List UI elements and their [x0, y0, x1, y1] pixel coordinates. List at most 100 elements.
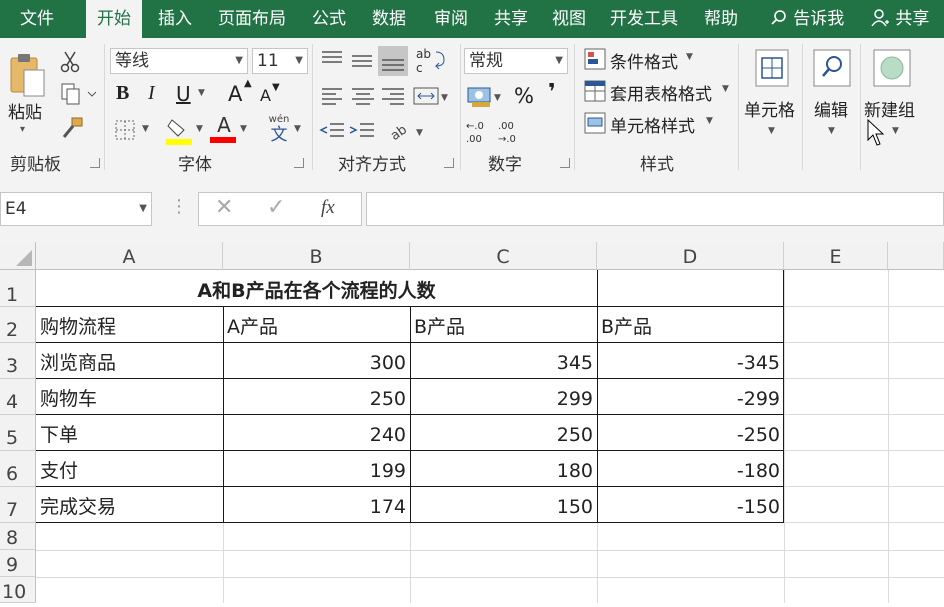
row-header-7[interactable]: 7 [0, 487, 36, 523]
table-cell[interactable]: 299 [410, 382, 597, 416]
border-icon[interactable] [112, 118, 138, 144]
format-as-table-icon[interactable] [584, 80, 606, 102]
tab-developer[interactable]: 开发工具 [600, 0, 688, 38]
table-cell[interactable]: 250 [223, 382, 410, 416]
table-cell[interactable]: -299 [597, 382, 784, 416]
tab-page-layout[interactable]: 页面布局 [208, 0, 296, 38]
horizontal-align-buttons[interactable]: ▼ [318, 84, 448, 110]
clipboard-launcher-icon[interactable] [90, 158, 100, 168]
table-cell[interactable]: 199 [223, 454, 410, 488]
tab-share[interactable]: 共享 [484, 0, 538, 38]
row-header-8[interactable]: 8 [0, 523, 36, 550]
tab-insert[interactable]: 插入 [148, 0, 202, 38]
column-header-d[interactable]: D [597, 242, 784, 270]
paste-icon[interactable] [8, 52, 48, 100]
wrap-text-icon[interactable]: ab c [414, 46, 448, 78]
font-color-icon[interactable]: A [210, 114, 238, 146]
table-cell[interactable]: 250 [410, 418, 597, 452]
number-format-select[interactable]: 常规 ▼ [464, 48, 568, 74]
font-launcher-icon[interactable] [294, 158, 304, 168]
column-header-b[interactable]: B [223, 242, 410, 270]
header-cell-b[interactable]: A产品 [223, 310, 410, 344]
column-header-a[interactable]: A [36, 242, 223, 270]
tell-me-search[interactable]: 告诉我 [760, 0, 854, 38]
percent-button[interactable]: % [514, 84, 534, 108]
currency-format-icon[interactable]: ▼ [466, 84, 506, 110]
copy-icon[interactable] [60, 82, 97, 106]
tab-home[interactable]: 开始 [86, 0, 142, 38]
tab-help[interactable]: 帮助 [694, 0, 748, 38]
row-header-1[interactable]: 1 [0, 270, 36, 307]
row-header-10[interactable]: 10 [0, 577, 36, 603]
tab-review[interactable]: 审阅 [424, 0, 478, 38]
tab-file[interactable]: 文件 [0, 0, 74, 38]
border-dropdown-icon[interactable]: ▼ [142, 124, 149, 134]
share-button[interactable]: 共享 [870, 0, 944, 38]
header-cell-a[interactable]: 购物流程 [36, 310, 223, 344]
italic-button[interactable]: I [148, 82, 155, 105]
select-all-corner[interactable] [0, 242, 36, 270]
indent-orientation-buttons[interactable]: ab ▼ [318, 118, 448, 144]
name-box[interactable]: E4 ▼ [0, 192, 152, 226]
format-painter-icon[interactable] [60, 116, 84, 140]
fill-color-icon[interactable] [166, 116, 194, 146]
paste-label[interactable]: 粘贴 [8, 98, 42, 123]
underline-dropdown-icon[interactable]: ▼ [198, 88, 205, 98]
tab-data[interactable]: 数据 [362, 0, 416, 38]
increase-font-button[interactable]: A [228, 82, 242, 106]
row-header-9[interactable]: 9 [0, 550, 36, 577]
comma-style-button[interactable]: ❜ [548, 80, 556, 105]
search-icon[interactable] [812, 46, 852, 90]
cancel-icon[interactable]: ✕ [215, 195, 233, 220]
chevron-down-icon[interactable]: ▼ [722, 84, 729, 94]
table-cell[interactable]: 300 [223, 346, 410, 380]
chevron-down-icon[interactable]: ▼ [892, 126, 899, 136]
chevron-down-icon[interactable]: ▼ [686, 52, 693, 62]
insert-function-button[interactable]: fx [321, 197, 335, 219]
table-cell[interactable]: 支付 [36, 454, 223, 488]
table-cell[interactable]: 180 [410, 454, 597, 488]
cells-button[interactable]: 单元格 [744, 96, 795, 121]
column-header-c[interactable]: C [410, 242, 597, 270]
row-header-3[interactable]: 3 [0, 343, 36, 379]
cells-icon[interactable] [752, 46, 792, 90]
phonetic-dropdown-icon[interactable]: ▼ [294, 124, 301, 134]
row-header-6[interactable]: 6 [0, 451, 36, 487]
formula-input[interactable] [366, 192, 944, 226]
header-cell-c[interactable]: B产品 [410, 310, 597, 344]
table-cell[interactable]: 345 [410, 346, 597, 380]
editing-button[interactable]: 编辑 [814, 96, 848, 121]
decrease-font-button[interactable]: A [260, 86, 271, 105]
phonetic-guide-icon[interactable]: wén 文 [266, 114, 292, 146]
cell-styles-icon[interactable] [584, 112, 606, 134]
table-cell[interactable]: 浏览商品 [36, 346, 223, 380]
chevron-down-icon[interactable]: ▼ [706, 116, 713, 126]
row-header-2[interactable]: 2 [0, 307, 36, 343]
new-group-icon[interactable] [872, 46, 912, 90]
table-cell[interactable]: -180 [597, 454, 784, 488]
row-header-4[interactable]: 4 [0, 379, 36, 415]
number-launcher-icon[interactable] [560, 158, 570, 168]
chevron-down-icon[interactable]: ▼ [768, 126, 775, 136]
conditional-format-button[interactable]: 条件格式 [610, 48, 678, 73]
paste-dropdown-icon[interactable]: ▾ [20, 124, 25, 135]
tab-formulas[interactable]: 公式 [302, 0, 356, 38]
table-cell[interactable]: 240 [223, 418, 410, 452]
alignment-launcher-icon[interactable] [444, 158, 454, 168]
table-cell[interactable]: -250 [597, 418, 784, 452]
chevron-down-icon[interactable]: ▼ [828, 126, 835, 136]
font-size-select[interactable]: 11 ▼ [252, 48, 308, 74]
format-as-table-button[interactable]: 套用表格格式 [610, 80, 712, 105]
table-cell[interactable]: -345 [597, 346, 784, 380]
table-cell[interactable]: 174 [223, 490, 410, 524]
table-cell[interactable]: 购物车 [36, 382, 223, 416]
column-header-e[interactable]: E [784, 242, 888, 270]
row-header-5[interactable]: 5 [0, 415, 36, 451]
drag-handle-icon[interactable]: ⋮ [170, 196, 188, 217]
fill-dropdown-icon[interactable]: ▼ [196, 124, 203, 134]
decimal-buttons[interactable]: ←.0 .00 .00 →.0 [466, 118, 526, 146]
table-cell[interactable]: 下单 [36, 418, 223, 452]
table-cell[interactable]: 150 [410, 490, 597, 524]
table-cell[interactable]: -150 [597, 490, 784, 524]
underline-button[interactable]: U [176, 82, 191, 106]
